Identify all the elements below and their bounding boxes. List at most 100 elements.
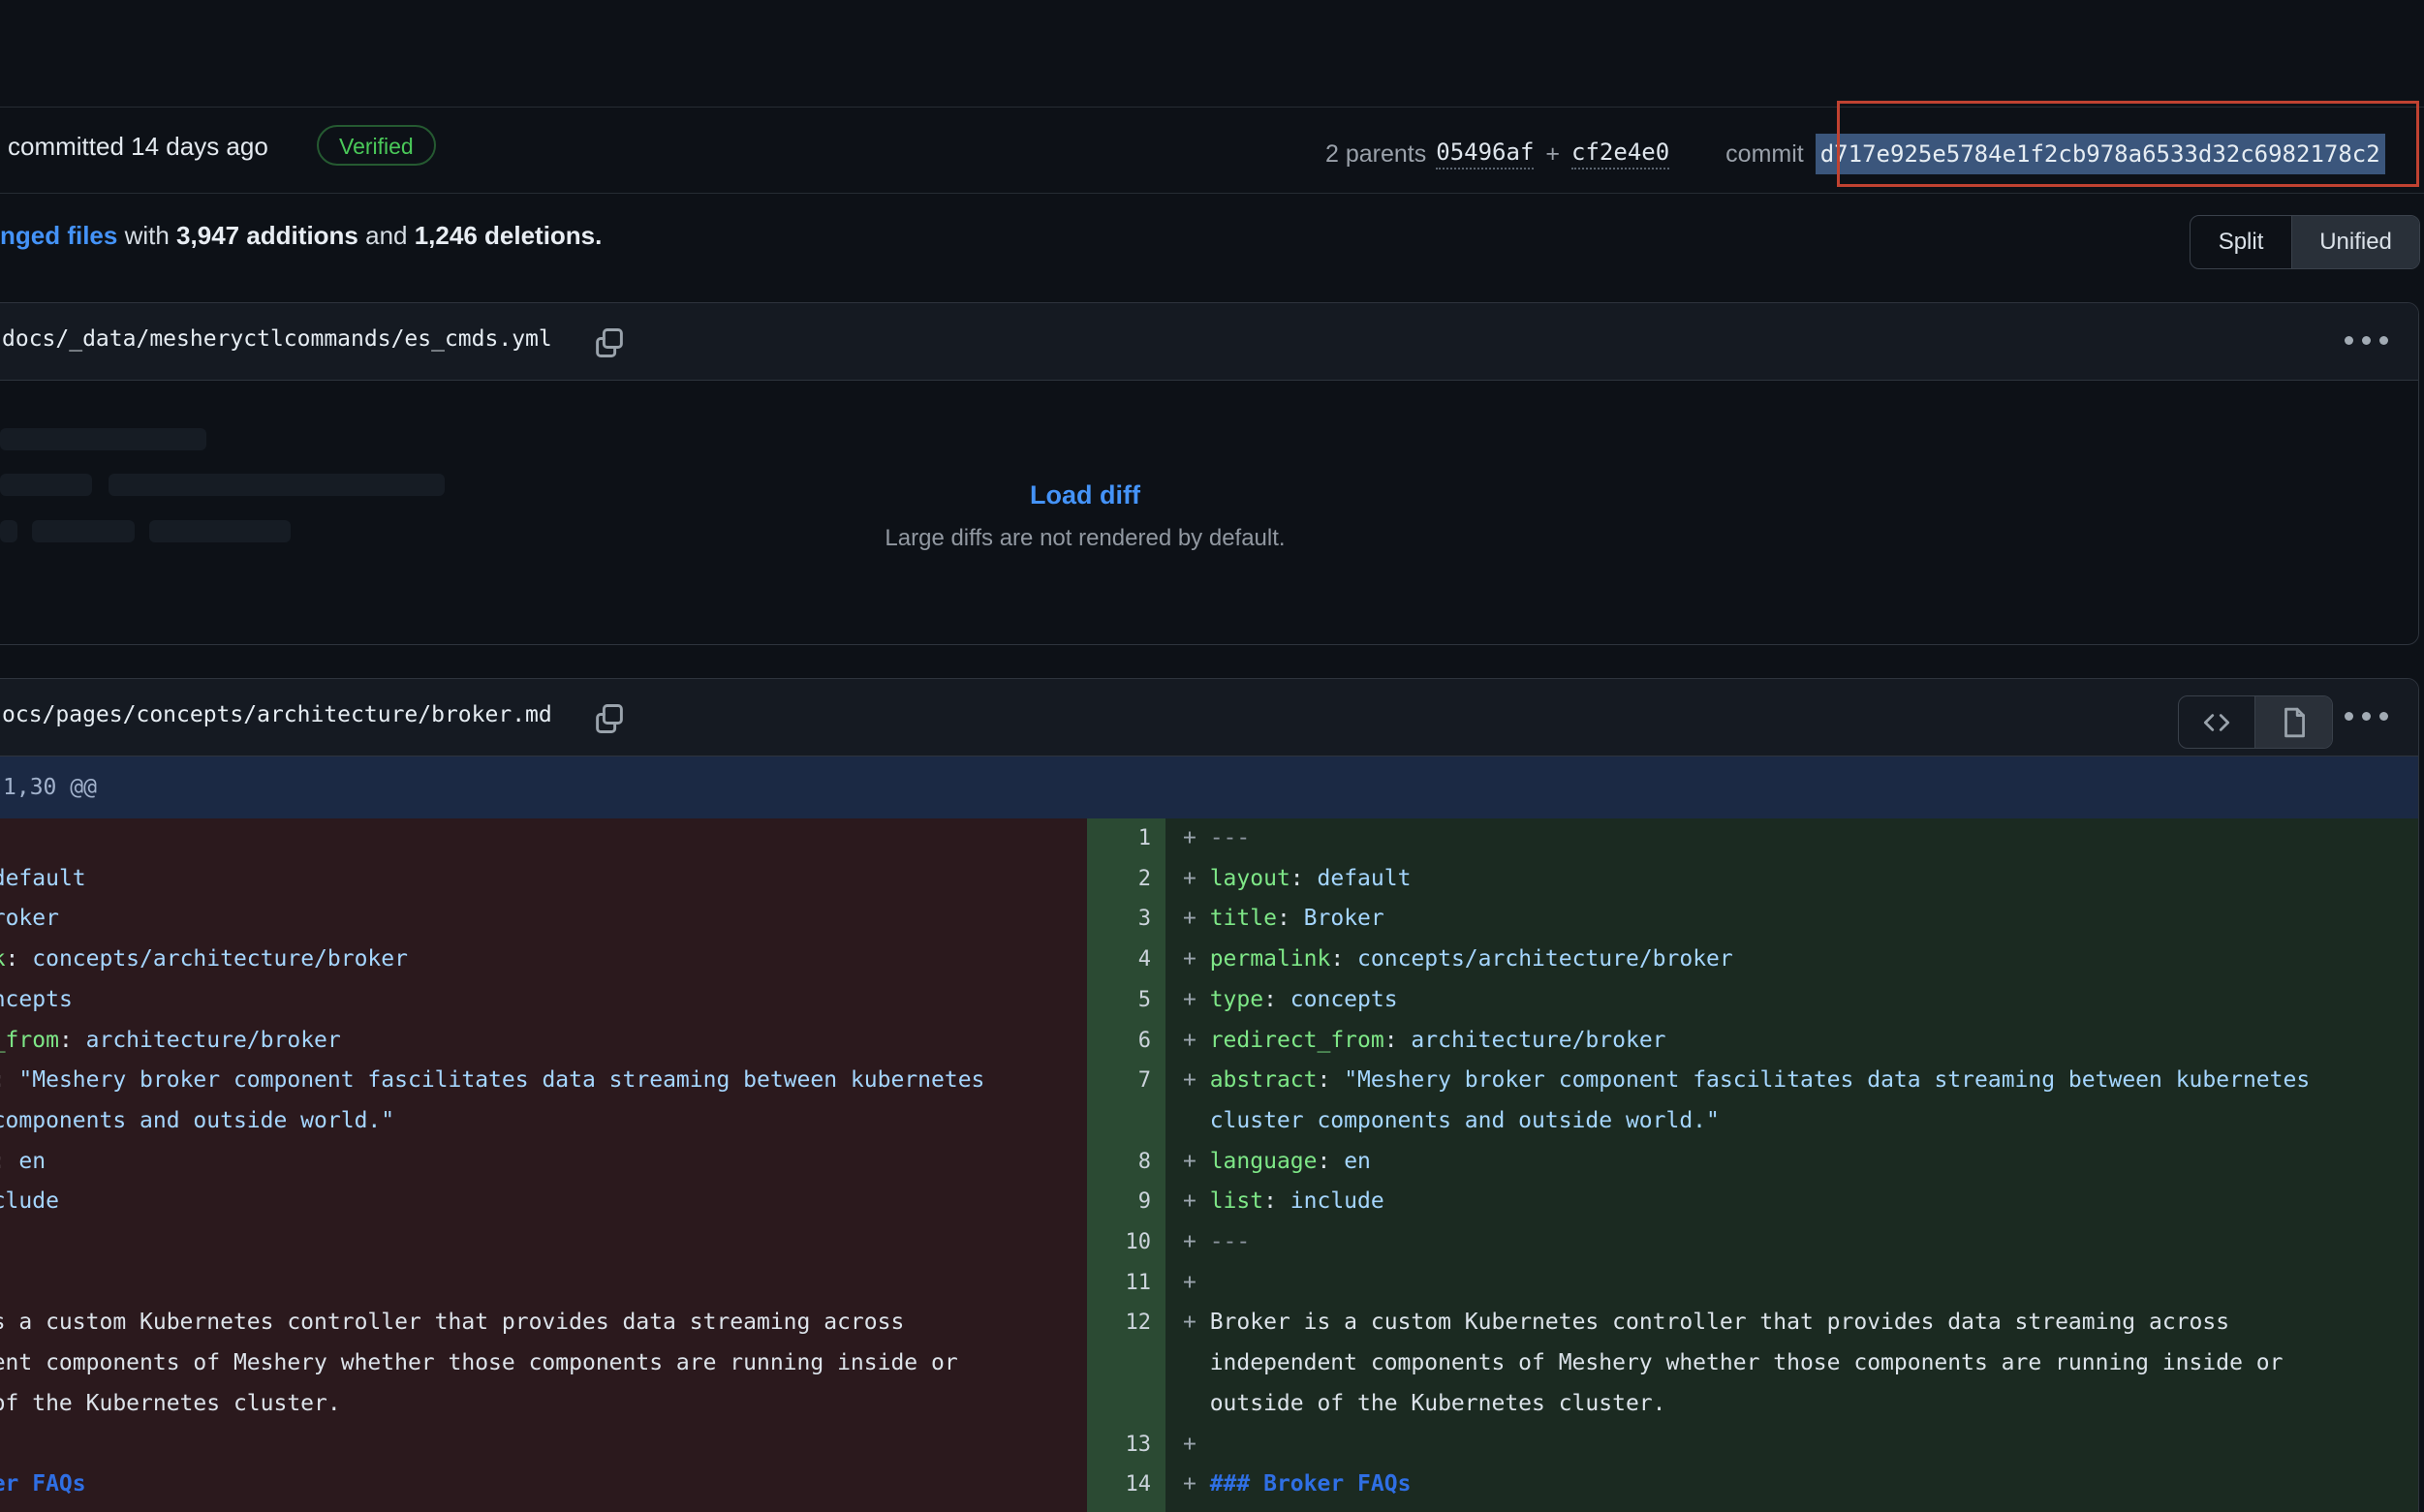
skeleton-bar bbox=[149, 520, 291, 542]
diff-code-line: + bbox=[1183, 1425, 2377, 1466]
addition-marker: + bbox=[1183, 906, 1210, 931]
diff-code-line: + language: en bbox=[1183, 1142, 2377, 1183]
diff-code-cell: + bbox=[1165, 1263, 2424, 1304]
hunk-header: 1,30 @@ bbox=[0, 756, 2418, 818]
diff-code-line: + ### Broker FAQs bbox=[1183, 1465, 2377, 1505]
diff-token-key: language bbox=[1210, 1149, 1318, 1174]
diff-token-value: Broker bbox=[1304, 906, 1384, 931]
line-number: 8 bbox=[1087, 1142, 1165, 1183]
addition-marker: + bbox=[1183, 1270, 1210, 1295]
diff-code-cell: + layout: default bbox=[1165, 859, 2424, 900]
diff-token-value: architecture/broker bbox=[86, 1028, 341, 1053]
diff-row-addition: 13 + bbox=[1087, 1425, 2424, 1466]
file-path-es-cmds[interactable]: docs/_data/mesheryctlcommands/es_cmds.ym… bbox=[2, 326, 552, 352]
diff-token-key: type bbox=[1210, 987, 1263, 1012]
summary-and-text: and bbox=[358, 221, 415, 250]
line-number: 11 bbox=[1087, 1263, 1165, 1304]
diff-row-deletion: permalink: concepts/architecture/broker bbox=[0, 940, 1052, 980]
diff-token-key: abstract bbox=[1210, 1067, 1318, 1093]
addition-marker: + bbox=[1183, 1028, 1210, 1053]
addition-marker: + bbox=[1183, 946, 1210, 972]
diff-token-key: layout bbox=[1210, 866, 1290, 891]
diff-code-cell: + bbox=[1165, 1425, 2424, 1466]
copy-path-button[interactable] bbox=[589, 698, 630, 739]
line-number: 4 bbox=[1087, 940, 1165, 980]
addition-marker: + bbox=[1183, 1229, 1210, 1254]
deletion-lines: ---layout: defaulttitle: Brokerpermalink… bbox=[0, 818, 1087, 1505]
source-view-button[interactable] bbox=[2179, 696, 2254, 748]
skeleton-bar bbox=[0, 520, 17, 542]
diff-token-value: concepts bbox=[1290, 987, 1398, 1012]
kebab-dot bbox=[2362, 336, 2371, 345]
commit-bar-divider bbox=[0, 193, 2424, 194]
diff-code-line: + --- bbox=[1183, 818, 2377, 859]
diff-token-value: "Meshery broker component fascilitates d… bbox=[0, 1067, 998, 1133]
diff-code-line: + Broker is a custom Kubernetes controll… bbox=[1183, 1303, 2377, 1424]
diff-code-cell: + title: Broker bbox=[1165, 899, 2424, 940]
diff-summary: nged files with 3,947 additions and 1,24… bbox=[0, 221, 602, 251]
file-document-icon bbox=[2278, 706, 2311, 739]
line-number: 13 bbox=[1087, 1425, 1165, 1466]
summary-with-text: with bbox=[117, 221, 176, 250]
load-diff-link[interactable]: Load diff bbox=[1030, 480, 1140, 509]
parent-commit-link-2[interactable]: cf2e4e0 bbox=[1571, 139, 1669, 170]
diff-token-value: concepts/architecture/broker bbox=[32, 946, 408, 972]
diff-token-plain: : bbox=[1277, 906, 1304, 931]
commit-time-text: committed 14 days ago bbox=[8, 132, 268, 162]
diff-token-plain: : bbox=[1317, 1067, 1344, 1093]
diff-code-cell: + redirect_from: architecture/broker bbox=[1165, 1021, 2424, 1062]
diff-token-value: default bbox=[0, 866, 86, 891]
kebab-dot bbox=[2345, 712, 2353, 721]
diff-token-value: include bbox=[0, 1188, 59, 1214]
diff-view-toggle: Split Unified bbox=[2190, 215, 2420, 269]
line-number: 5 bbox=[1087, 980, 1165, 1021]
addition-marker: + bbox=[1183, 825, 1210, 850]
copy-icon bbox=[592, 701, 627, 736]
addition-marker: + bbox=[1183, 1310, 1210, 1335]
file-path-broker-md[interactable]: ocs/pages/concepts/architecture/broker.m… bbox=[2, 702, 552, 727]
diff-token-value: en bbox=[18, 1149, 46, 1174]
diff-row-addition: 11 + bbox=[1087, 1263, 2424, 1304]
diff-row-addition: 14+ ### Broker FAQs bbox=[1087, 1465, 2424, 1505]
rich-diff-button[interactable] bbox=[2254, 696, 2332, 748]
kebab-dot bbox=[2362, 712, 2371, 721]
diff-row-deletion: Broker is a custom Kubernetes controller… bbox=[0, 1303, 1052, 1424]
diff-row-addition: 4+ permalink: concepts/architecture/brok… bbox=[1087, 940, 2424, 980]
diff-code-cell: + ### Broker FAQs bbox=[1165, 1465, 2424, 1505]
copy-path-button[interactable] bbox=[589, 323, 630, 363]
line-number: 2 bbox=[1087, 859, 1165, 900]
file-options-button[interactable] bbox=[2345, 712, 2388, 721]
diff-token-heading: ### Broker FAQs bbox=[1210, 1471, 1412, 1497]
diff-token-plain: : bbox=[1317, 1149, 1344, 1174]
file-options-button[interactable] bbox=[2345, 336, 2388, 345]
diff-token-value: concepts bbox=[0, 987, 73, 1012]
diff-row-addition: 5+ type: concepts bbox=[1087, 980, 2424, 1021]
addition-marker: + bbox=[1183, 1432, 1210, 1457]
diff-row-addition: 1+ --- bbox=[1087, 818, 2424, 859]
skeleton-bar bbox=[32, 520, 135, 542]
parents-label: 2 parents bbox=[1325, 140, 1426, 169]
diff-row-addition: 6+ redirect_from: architecture/broker bbox=[1087, 1021, 2424, 1062]
diff-row-deletion: ### Broker FAQs bbox=[0, 1465, 1052, 1505]
unified-view-button[interactable]: Unified bbox=[2291, 216, 2419, 268]
diff-code-cell: + --- bbox=[1165, 1222, 2424, 1263]
changed-files-link[interactable]: nged files bbox=[0, 221, 117, 250]
line-number: 7 bbox=[1087, 1061, 1165, 1101]
diff-token-plain: : bbox=[1330, 946, 1357, 972]
diff-token-value: "Meshery broker component fascilitates d… bbox=[1210, 1067, 2323, 1133]
diff-row-deletion bbox=[0, 1263, 1052, 1304]
skeleton-bar bbox=[0, 474, 92, 496]
verified-badge[interactable]: Verified bbox=[317, 125, 436, 166]
addition-marker: + bbox=[1183, 1067, 1210, 1093]
addition-marker: + bbox=[1183, 987, 1210, 1012]
parents-separator: + bbox=[1545, 140, 1560, 169]
skeleton-bar bbox=[109, 474, 445, 496]
split-view-button[interactable]: Split bbox=[2191, 216, 2291, 268]
kebab-dot bbox=[2379, 712, 2388, 721]
diff-code-line: + abstract: "Meshery broker component fa… bbox=[1183, 1061, 2377, 1141]
parent-commit-link-1[interactable]: 05496af bbox=[1436, 139, 1534, 170]
diff-token-value: default bbox=[1318, 866, 1412, 891]
source-rich-toggle bbox=[2178, 695, 2333, 749]
diff-token-plain: Broker is a custom Kubernetes controller… bbox=[1210, 1310, 2297, 1415]
diff-code-line: + bbox=[1183, 1263, 2377, 1304]
